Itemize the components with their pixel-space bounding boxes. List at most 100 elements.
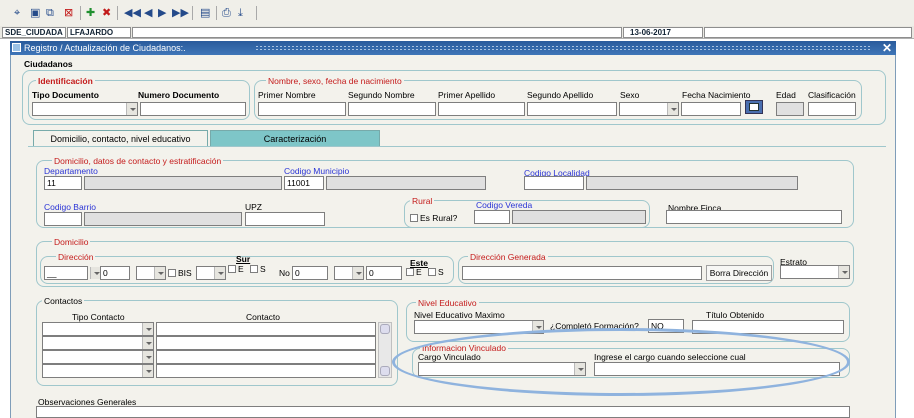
delete-icon[interactable]: ✖	[102, 7, 111, 19]
chevron-down-icon[interactable]	[838, 266, 849, 278]
clasificacion-label: Clasificación	[808, 90, 856, 100]
nombre-finca-input[interactable]	[666, 210, 842, 224]
copy-icon[interactable]: ⧉	[46, 7, 54, 19]
toolbar-separator	[216, 6, 217, 20]
find-icon[interactable]: ⌖	[14, 7, 20, 19]
localidad-name-field	[586, 176, 798, 190]
tipo-contacto-select[interactable]	[42, 322, 154, 336]
clasificacion-field[interactable]	[808, 102, 856, 116]
tipo-contacto-select[interactable]	[42, 364, 154, 378]
departamento-name-field	[84, 176, 282, 190]
segundo-apellido-input[interactable]	[527, 102, 617, 116]
first-icon[interactable]: ◀◀	[124, 7, 141, 19]
via-select[interactable]: __	[44, 266, 88, 280]
domicilio-legend: Domicilio	[52, 237, 91, 247]
edad-label: Edad	[776, 90, 796, 100]
contacto-input[interactable]	[156, 350, 376, 364]
contacto-input[interactable]	[156, 336, 376, 350]
chevron-down-icon[interactable]	[142, 351, 153, 363]
contactos-scrollbar[interactable]	[378, 322, 392, 378]
status-bar: SDE_CIUDADA LFAJARDO 13-06-2017	[0, 26, 914, 39]
sexo-label: Sexo	[620, 90, 640, 100]
contactos-legend: Contactos	[42, 296, 85, 306]
scroll-down-icon[interactable]	[380, 366, 390, 376]
highlight-ellipse	[392, 328, 850, 396]
upz-label: UPZ	[245, 202, 262, 212]
codigo-localidad-input[interactable]	[524, 176, 584, 190]
numero-placa-input[interactable]: 0	[292, 266, 328, 280]
new-record-icon[interactable]: ▣	[30, 7, 40, 19]
titulo-label: Título Obtenido	[706, 310, 765, 320]
scroll-up-icon[interactable]	[380, 324, 390, 334]
previous-icon[interactable]: ◀	[144, 7, 152, 19]
s2-label: S	[438, 267, 444, 277]
codigo-municipio-input[interactable]: 11001	[284, 176, 324, 190]
es-rural-label: Es Rural?	[420, 213, 458, 223]
codigo-vereda-input[interactable]	[474, 210, 510, 224]
e2-checkbox[interactable]	[406, 268, 414, 276]
municipio-name-field	[326, 176, 486, 190]
add-icon[interactable]: ✚	[86, 7, 95, 19]
letra-select[interactable]	[136, 266, 166, 280]
user-field: LFAJARDO	[67, 27, 131, 38]
contacto-input[interactable]	[156, 322, 376, 336]
barrio-name-field	[84, 212, 242, 226]
estrato-select[interactable]	[780, 265, 850, 279]
segundo-apellido-label: Segundo Apellido	[527, 90, 594, 100]
calendar-icon[interactable]	[745, 100, 763, 114]
close-icon[interactable]: ✕	[882, 41, 892, 55]
chevron-down-icon[interactable]	[667, 103, 678, 115]
e-checkbox[interactable]	[228, 265, 236, 273]
segundo-nombre-input[interactable]	[348, 102, 436, 116]
tipo-contacto-select[interactable]	[42, 336, 154, 350]
numero-placa2-input[interactable]: 0	[366, 266, 402, 280]
chevron-down-icon[interactable]	[142, 365, 153, 377]
close-record-icon[interactable]: ⊠	[64, 7, 73, 19]
toolbar: ⌖ ▣ ⧉ ⊠ ✚ ✖ ◀◀ ◀ ▶ ▶▶ ▤ ⎙ ⤓	[0, 0, 914, 26]
codigo-vereda-label: Codigo Vereda	[476, 200, 533, 210]
last-icon[interactable]: ▶▶	[172, 7, 189, 19]
tipo-contacto-header: Tipo Contacto	[72, 312, 125, 322]
chevron-down-icon[interactable]	[142, 323, 153, 335]
sexo-select[interactable]	[619, 102, 679, 116]
tab-caracterizacion[interactable]: Caracterización	[210, 130, 380, 146]
borra-direccion-button[interactable]: Borra Dirección	[706, 265, 772, 281]
numero-via-input[interactable]: 0	[100, 266, 130, 280]
s-checkbox[interactable]	[250, 265, 258, 273]
primer-apellido-input[interactable]	[438, 102, 525, 116]
chevron-down-icon[interactable]	[154, 267, 165, 279]
observaciones-input[interactable]	[36, 406, 850, 418]
letra-placa-select[interactable]	[334, 266, 364, 280]
numero-documento-input[interactable]	[140, 102, 246, 116]
letra-bis-select[interactable]	[196, 266, 226, 280]
contacto-input[interactable]	[156, 364, 376, 378]
codigo-barrio-input[interactable]	[44, 212, 82, 226]
tipo-documento-select[interactable]	[32, 102, 138, 116]
chevron-down-icon[interactable]	[142, 337, 153, 349]
export-icon[interactable]: ⤓	[238, 7, 243, 19]
print-icon[interactable]: ⎙	[222, 7, 231, 19]
chevron-down-icon[interactable]	[352, 267, 363, 279]
toolbar-separator	[256, 6, 257, 20]
bis-checkbox[interactable]	[168, 269, 176, 277]
next-icon[interactable]: ▶	[158, 7, 166, 19]
tipo-contacto-select[interactable]	[42, 350, 154, 364]
status-empty-field	[132, 27, 622, 38]
toolbar-separator	[117, 6, 118, 20]
es-rural-checkbox[interactable]	[410, 214, 418, 222]
departamento-input[interactable]: 11	[44, 176, 82, 190]
s2-checkbox[interactable]	[428, 268, 436, 276]
chevron-down-icon[interactable]	[126, 103, 137, 115]
upz-input[interactable]	[245, 212, 325, 226]
primer-nombre-label: Primer Nombre	[258, 90, 316, 100]
nivel-maximo-label: Nivel Educativo Maximo	[414, 310, 505, 320]
toolbar-separator	[80, 6, 81, 20]
sur-label: Sur	[236, 254, 251, 264]
primer-nombre-input[interactable]	[258, 102, 346, 116]
save-icon[interactable]: ▤	[200, 7, 210, 19]
segundo-nombre-label: Segundo Nombre	[348, 90, 415, 100]
vereda-name-field	[512, 210, 646, 224]
fecha-nacimiento-input[interactable]	[681, 102, 741, 116]
tab-domicilio[interactable]: Domicilio, contacto, nivel educativo	[33, 130, 208, 146]
chevron-down-icon[interactable]	[214, 267, 225, 279]
